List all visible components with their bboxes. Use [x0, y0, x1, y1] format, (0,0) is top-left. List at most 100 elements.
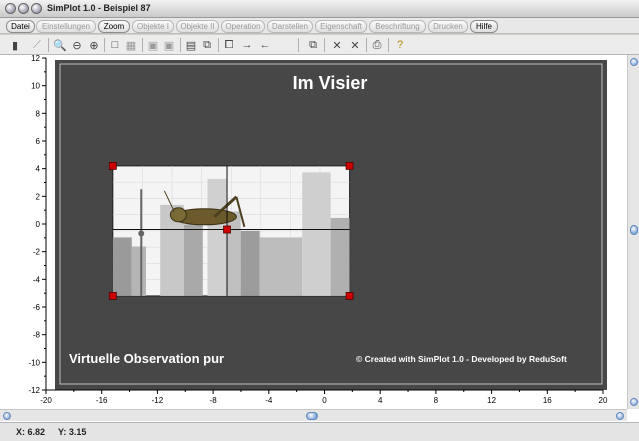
y-tick-label: -12 [28, 386, 40, 395]
x-tick-label: -20 [40, 396, 52, 405]
skyline-building [226, 211, 241, 296]
x2-icon[interactable]: ✕ [348, 38, 362, 52]
y-tick-label: 10 [31, 82, 40, 91]
y-tick-label: 6 [36, 137, 41, 146]
status-x-coordinate: X: 6.82 [16, 427, 46, 437]
menu-datei[interactable]: Datei [6, 20, 35, 33]
y-tick-label: -8 [33, 331, 41, 340]
menu-einstellungen[interactable]: Einstellungen [36, 20, 96, 33]
toolbar-separator [324, 38, 325, 52]
frame-icon[interactable]: ⧉ [200, 38, 214, 52]
skyline-building [112, 237, 132, 296]
scroll-right-button[interactable] [616, 412, 624, 420]
x-tick-label: -4 [265, 396, 273, 405]
toolbar-separator [298, 38, 299, 52]
chart-icon[interactable]: ⟋ [30, 38, 44, 52]
skyline-building [131, 246, 146, 296]
arrow-left-icon[interactable]: ← [258, 38, 272, 52]
calculator-icon[interactable]: ▮ [8, 38, 22, 52]
skyline-building [183, 224, 203, 296]
scroll-up-button[interactable] [630, 58, 638, 66]
y-tick-label: -10 [28, 358, 40, 367]
x-tick-label: 16 [543, 396, 552, 405]
toolbar-separator [388, 38, 389, 52]
plot-caption: Virtuelle Observation pur [69, 351, 225, 366]
plot-area[interactable]: 12 10 8 6 4 2 0 -2 -4 -6 -8 -10 -12 -20 -16 -12 -8 -4 0 4 8 1… [0, 55, 639, 422]
maximize-window-button[interactable] [31, 3, 42, 14]
toolbar-separator [48, 38, 49, 52]
printer-icon[interactable]: ⎙ [370, 38, 384, 52]
handle-marker[interactable] [345, 292, 354, 300]
x-tick-label: 0 [322, 396, 327, 405]
grid-icon[interactable]: ▦ [124, 38, 138, 52]
menu-beschriftung[interactable]: Beschriftung [369, 20, 426, 33]
title-bar: SimPlot 1.0 - Beispiel 87 [0, 0, 639, 18]
x-tick-label: -8 [210, 396, 218, 405]
box2-icon[interactable]: ▣ [162, 38, 176, 52]
minimize-window-button[interactable] [18, 3, 29, 14]
y-tick-label: -4 [33, 275, 41, 284]
y-tick-label: 0 [36, 220, 41, 229]
menu-bar: Datei Einstellungen Zoom Objekte I Objek… [0, 18, 639, 34]
y-tick-label: 4 [36, 165, 41, 174]
menu-darstellen[interactable]: Darstellen [267, 20, 313, 33]
skyline-building [259, 237, 303, 296]
skyline-building [240, 230, 260, 296]
menu-hilfe[interactable]: Hilfe [470, 20, 498, 33]
toolbar-separator [218, 38, 219, 52]
horizontal-scrollbar[interactable] [0, 409, 627, 421]
status-y-coordinate: Y: 3.15 [58, 427, 87, 437]
menu-zoom[interactable]: Zoom [98, 20, 130, 33]
box-icon[interactable]: ▣ [146, 38, 160, 52]
x-tick-label: -12 [152, 396, 164, 405]
scroll-left-button[interactable] [3, 412, 11, 420]
table-icon[interactable]: ▤ [184, 38, 198, 52]
y-tick-label: -2 [33, 248, 41, 257]
handle-marker[interactable] [108, 292, 117, 300]
copy-icon[interactable]: ⧠ [222, 38, 236, 52]
x-tick-label: -16 [96, 396, 108, 405]
scroll-down-button[interactable] [630, 398, 638, 406]
tv-tower-sphere [138, 230, 145, 237]
menu-objekte-2[interactable]: Objekte II [176, 20, 219, 33]
zoom-in-icon[interactable]: ⊕ [87, 38, 101, 52]
skyline-building [302, 172, 331, 296]
plot-title: Im Visier [292, 73, 368, 93]
menu-objekte-1[interactable]: Objekte I [132, 20, 174, 33]
x-tick-label: 4 [378, 396, 383, 405]
vertical-scrollbar[interactable] [627, 55, 639, 409]
x-icon[interactable]: ✕ [330, 38, 344, 52]
y-tick-label: 2 [36, 192, 41, 201]
y-tick-label: -6 [33, 303, 41, 312]
handle-marker[interactable] [108, 162, 117, 170]
toolbar-separator [142, 38, 143, 52]
toolbar-separator [104, 38, 105, 52]
horizontal-scroll-thumb[interactable] [306, 412, 318, 420]
status-bar: X: 6.82 Y: 3.15 [0, 422, 639, 441]
x-tick-label: 12 [487, 396, 496, 405]
arrow-right-icon[interactable]: → [240, 38, 254, 52]
skyline-building [207, 178, 227, 296]
menu-operation[interactable]: Operation [221, 20, 265, 33]
square-icon[interactable]: □ [108, 38, 122, 52]
menu-eigenschaft[interactable]: Eigenschaft [315, 20, 367, 33]
toolbar-separator [180, 38, 181, 52]
toolbar-separator [366, 38, 367, 52]
handle-marker[interactable] [223, 225, 231, 234]
help-icon[interactable]: ? [393, 38, 407, 52]
grasshopper-head [169, 207, 187, 223]
y-tick-label: 8 [36, 109, 41, 118]
y-tick-label: 12 [31, 55, 40, 63]
plot-credit: © Created with SimPlot 1.0 - Developed b… [356, 354, 567, 364]
pages-icon[interactable]: ⧉ [306, 38, 320, 52]
menu-drucken[interactable]: Drucken [428, 20, 468, 33]
x-tick-label: 8 [434, 396, 439, 405]
window-title: SimPlot 1.0 - Beispiel 87 [47, 3, 151, 13]
vertical-scroll-thumb[interactable] [630, 225, 638, 235]
x-tick-label: 20 [599, 396, 608, 405]
toolbar: ▮ ⟋ 🔍 ⊖ ⊕ □ ▦ ▣ ▣ ▤ ⧉ ⧠ → ← ⧉ ✕ ✕ ⎙ ? [0, 35, 639, 55]
handle-marker[interactable] [345, 162, 354, 170]
close-window-button[interactable] [5, 3, 16, 14]
zoom-icon[interactable]: 🔍 [53, 38, 67, 52]
zoom-out-icon[interactable]: ⊖ [70, 38, 84, 52]
